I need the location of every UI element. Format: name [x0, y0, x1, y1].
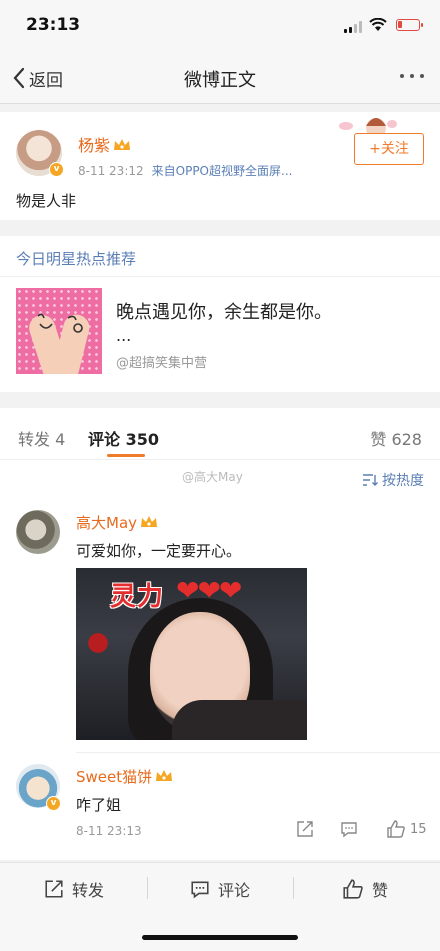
comment-icon — [191, 881, 209, 899]
divider — [147, 877, 148, 899]
post-time: 8-11 23:12 — [78, 164, 144, 178]
flower-icon — [86, 628, 110, 658]
comment-like-count: 15 — [410, 821, 427, 837]
comment-author[interactable]: Sweet猫饼 — [76, 766, 173, 787]
comments-section: 转发 4 评论 350 赞 628 @高大May 按热度 高大May 可爱如你，… — [0, 408, 440, 860]
hot-headline[interactable]: 晚点遇见你，余生都是你。 — [116, 298, 332, 324]
post-author[interactable]: 杨紫 — [78, 132, 131, 156]
verified-badge-icon: v — [49, 162, 64, 177]
thumbs-up-icon — [387, 820, 405, 838]
verified-badge-icon: v — [46, 796, 61, 811]
comment-time: 8-11 23:13 — [76, 824, 142, 838]
comment-like-button[interactable]: 15 — [386, 820, 427, 838]
hot-ellipsis: ... — [116, 326, 132, 345]
comment-reply-button[interactable] — [340, 820, 358, 838]
hot-source[interactable]: @超搞笑集中营 — [116, 352, 207, 371]
follow-button[interactable]: +关注 — [354, 133, 424, 165]
comment-text: 可爱如你，一定要开心。 — [76, 542, 242, 560]
thumbs-up-icon — [343, 879, 363, 899]
comment-label: 评论 — [218, 881, 251, 900]
tab-repost[interactable]: 转发 4 — [18, 426, 65, 450]
wifi-icon — [369, 18, 387, 31]
comment-author[interactable]: 高大May — [76, 512, 158, 533]
comment-repost-button[interactable] — [296, 820, 314, 838]
hot-thumbnail[interactable] — [16, 288, 102, 374]
nav-bar: 返回 微博正文 — [0, 52, 440, 104]
status-bar: 23:13 — [0, 0, 440, 52]
crown-icon — [141, 516, 158, 527]
page-title: 微博正文 — [184, 70, 256, 91]
watermark: @高大May — [182, 470, 243, 484]
avatar[interactable] — [16, 510, 60, 554]
signal-icon — [344, 21, 362, 33]
post-meta: 8-11 23:12 来自OPPO超视野全面屏... — [78, 162, 292, 179]
repost-label: 转发 — [72, 881, 105, 900]
like-label: 赞 — [372, 881, 389, 900]
repost-icon — [297, 821, 313, 837]
active-tab-indicator — [107, 454, 145, 457]
more-icon[interactable] — [400, 74, 424, 78]
crown-icon — [156, 770, 173, 781]
hot-recommendation: 今日明星热点推荐 晚点遇见你，余生都是你。 ... @超搞笑集中营 — [0, 236, 440, 392]
divider — [0, 276, 440, 277]
comment-text: 咋了姐 — [76, 796, 122, 814]
status-time: 23:13 — [26, 15, 81, 35]
sort-label: 按热度 — [382, 473, 424, 489]
repost-icon — [45, 880, 63, 898]
crown-icon — [114, 139, 131, 150]
post-text: 物是人非 — [16, 192, 77, 210]
hot-label: 今日明星热点推荐 — [16, 250, 137, 268]
battery-icon — [396, 19, 423, 31]
like-button[interactable]: 赞 — [342, 877, 388, 901]
repost-button[interactable]: 转发 — [44, 877, 104, 901]
face-doodle-icon — [37, 313, 83, 333]
comment-button[interactable]: 评论 — [190, 877, 250, 901]
sort-button[interactable]: 按热度 — [362, 470, 424, 490]
bottom-action-bar: 转发 评论 赞 — [0, 862, 440, 951]
tab-like[interactable]: 赞 628 — [370, 426, 422, 450]
tab-comment[interactable]: 评论 350 — [88, 426, 159, 450]
comment-image[interactable]: 灵力 ❤❤❤ — [76, 568, 307, 740]
heart-icon: ❤❤❤ — [176, 574, 242, 607]
image-caption: 灵力 — [110, 582, 165, 612]
post-source[interactable]: 来自OPPO超视野全面屏... — [152, 164, 293, 178]
divider — [76, 752, 440, 753]
sort-icon — [363, 474, 378, 486]
home-indicator — [142, 935, 298, 940]
divider — [293, 877, 294, 899]
comment-tabs: 转发 4 评论 350 赞 628 — [0, 408, 440, 460]
comment-icon — [341, 822, 357, 838]
